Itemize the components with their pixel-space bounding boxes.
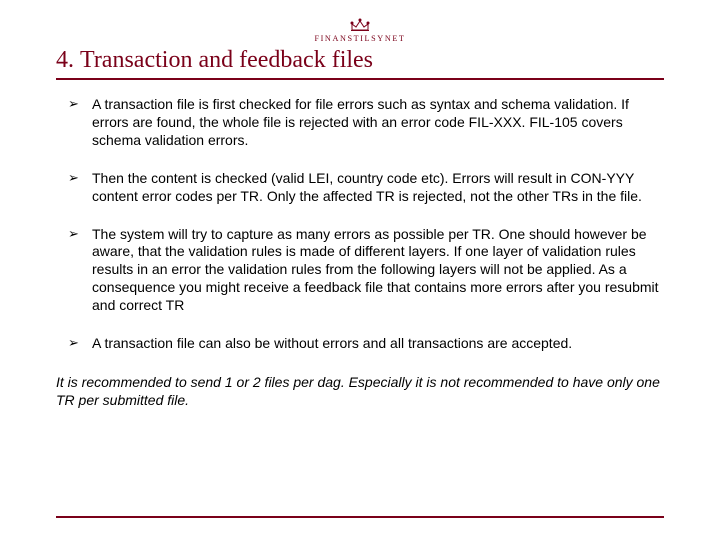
footer-divider: [56, 516, 664, 518]
bullet-text: Then the content is checked (valid LEI, …: [92, 170, 642, 204]
section-number: 4.: [56, 47, 74, 73]
brand-logo: FINANSTILSYNET: [56, 18, 664, 43]
bullet-text: A transaction file is first checked for …: [92, 96, 629, 148]
title-divider: [56, 78, 664, 80]
org-name: FINANSTILSYNET: [56, 34, 664, 43]
crown-icon: [349, 18, 371, 32]
bullet-text: A transaction file can also be without e…: [92, 335, 572, 351]
page-title: 4.Transaction and feedback files: [56, 47, 664, 74]
list-item: Then the content is checked (valid LEI, …: [56, 170, 664, 206]
list-item: The system will try to capture as many e…: [56, 226, 664, 316]
section-title: Transaction and feedback files: [80, 47, 373, 73]
recommendation-note: It is recommended to send 1 or 2 files p…: [56, 373, 664, 409]
list-item: A transaction file can also be without e…: [56, 335, 664, 353]
list-item: A transaction file is first checked for …: [56, 96, 664, 150]
bullet-text: The system will try to capture as many e…: [92, 226, 659, 314]
bullet-list: A transaction file is first checked for …: [56, 96, 664, 353]
